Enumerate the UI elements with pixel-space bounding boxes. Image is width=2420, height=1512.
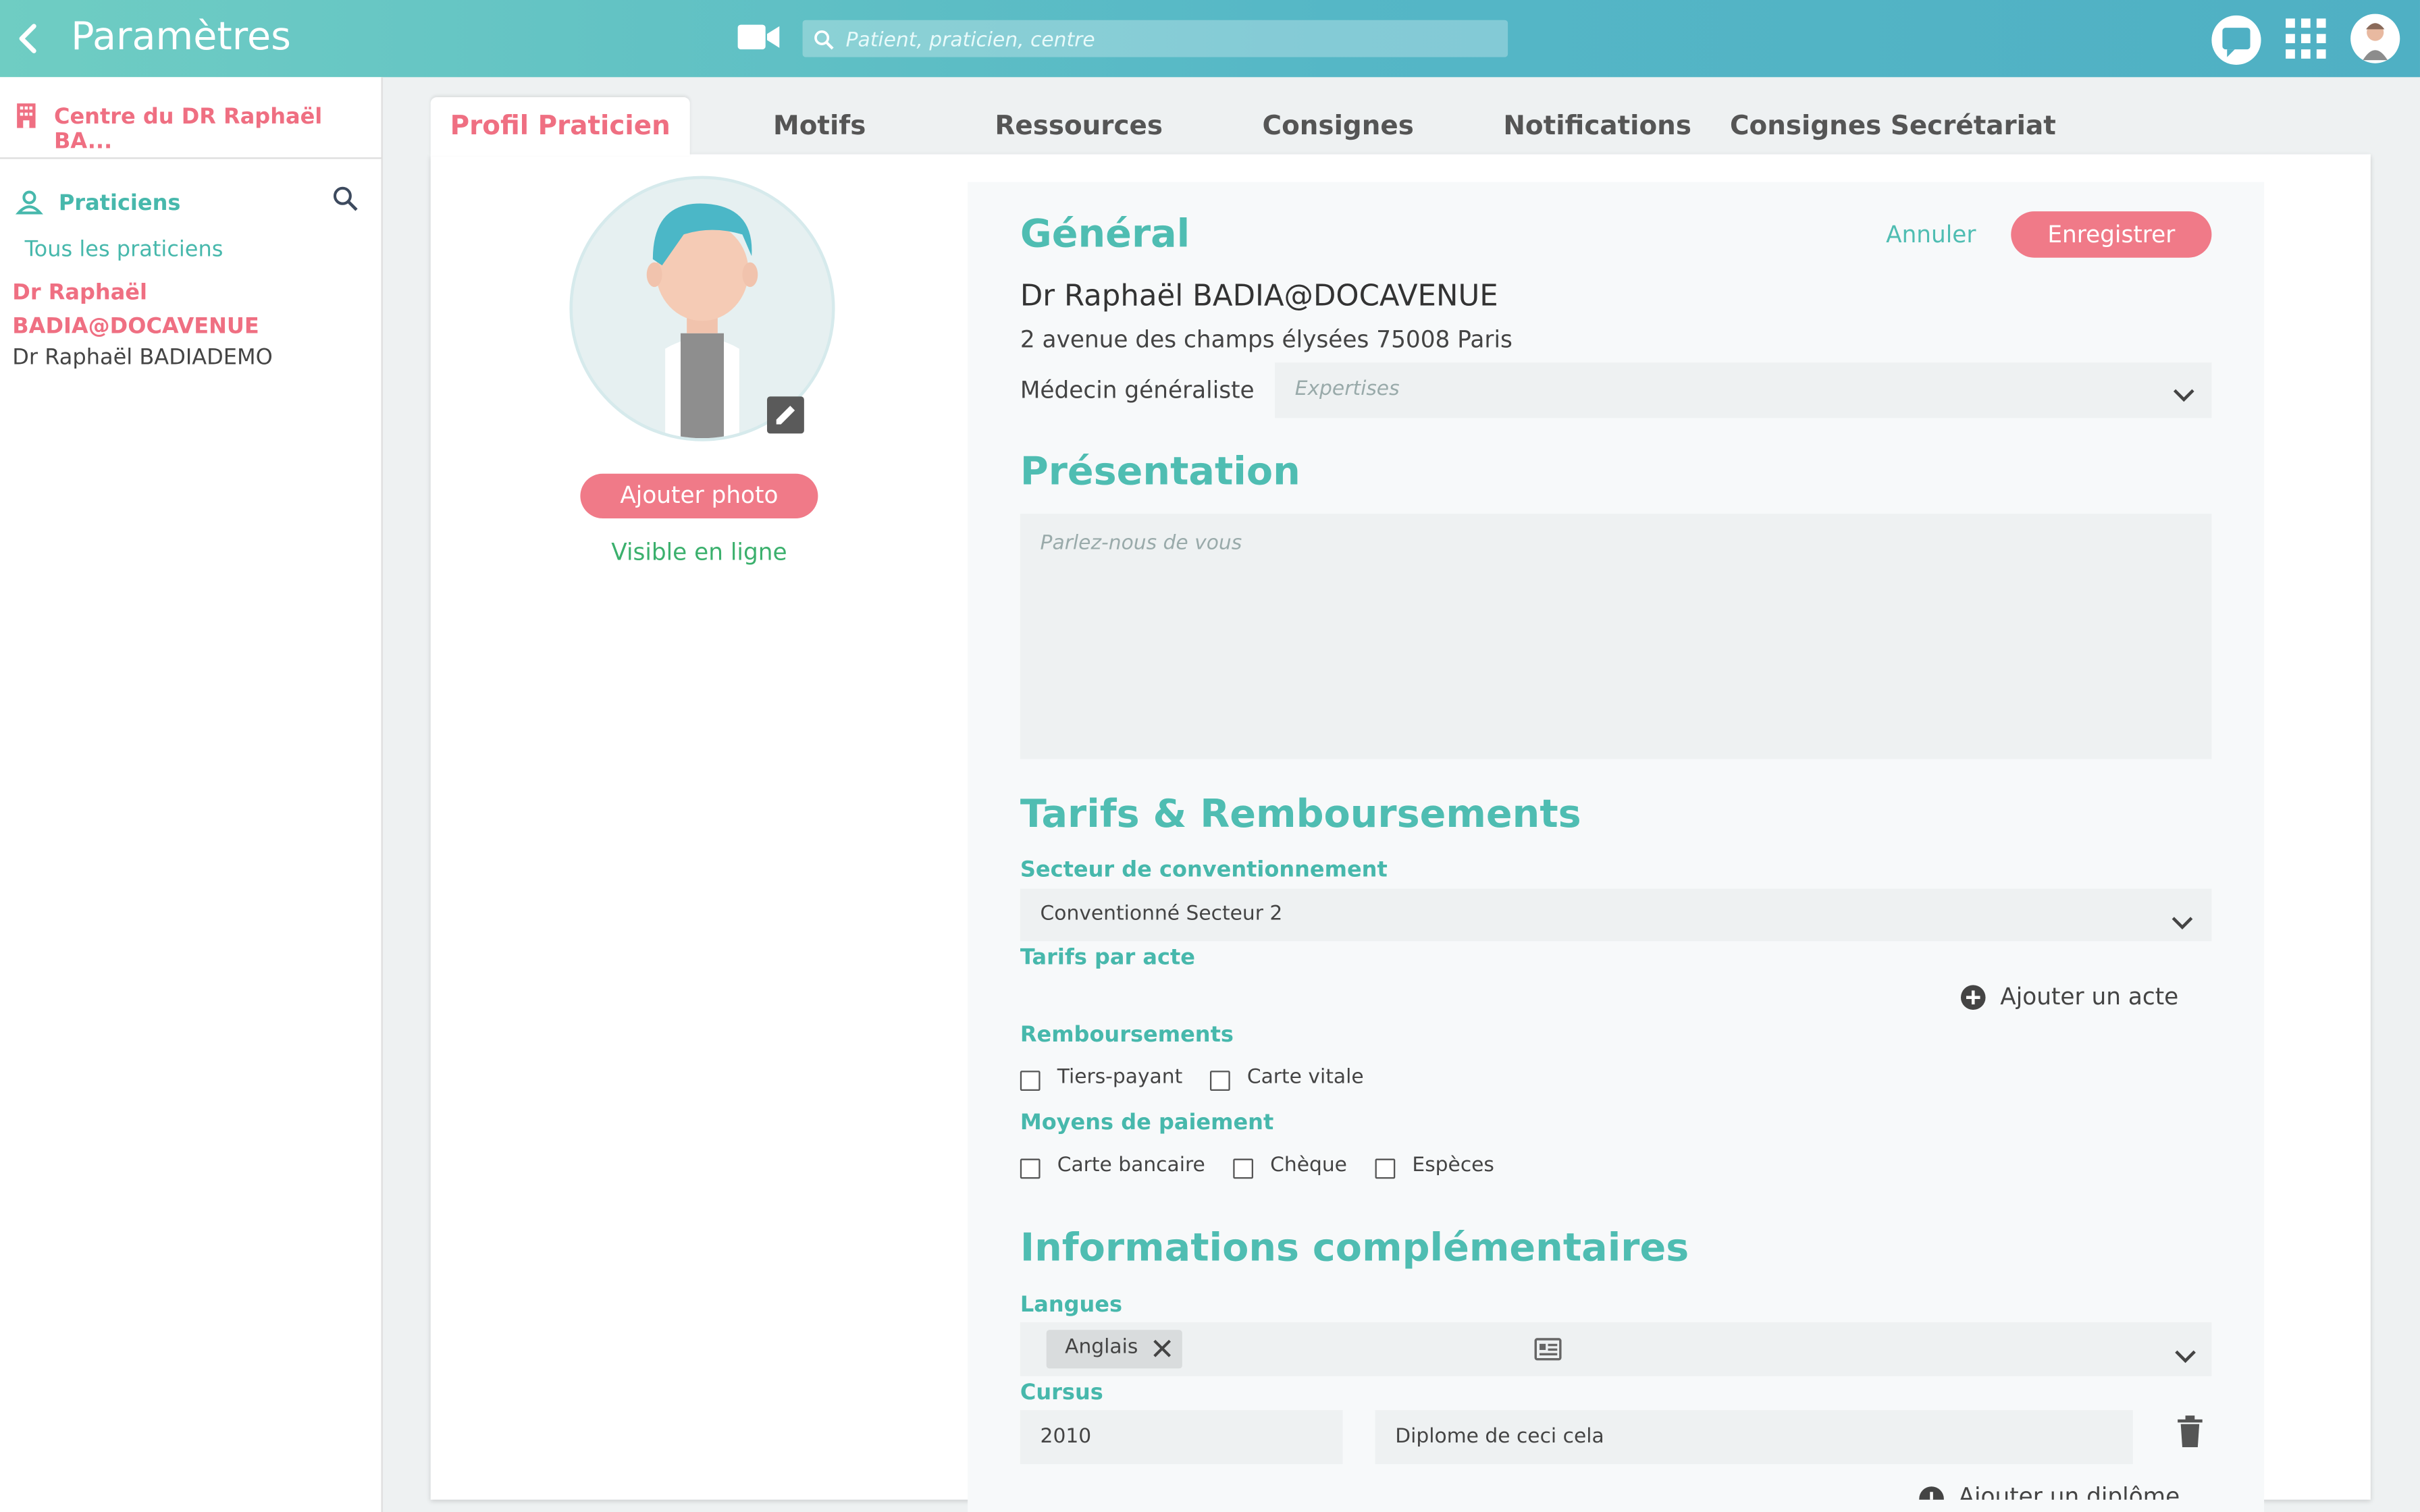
cursus-diploma-input[interactable]: Diplome de ceci cela [1375, 1410, 2133, 1465]
save-button[interactable]: Enregistrer [2011, 211, 2212, 258]
sector-value: Conventionné Secteur 2 [1040, 902, 1283, 926]
tab-profil-praticien[interactable]: Profil Praticien [430, 97, 690, 156]
practitioners-heading: Praticiens [58, 191, 181, 216]
specialty-label: Médecin généraliste [1020, 376, 1255, 404]
presentation-placeholder: Parlez-nous de vous [1040, 532, 1242, 556]
cheque-label: Chèque [1270, 1154, 1347, 1177]
person-icon [15, 188, 43, 222]
tab-consignes-secretariat[interactable]: Consignes Secrétariat [1727, 97, 2059, 156]
video-camera-icon[interactable] [737, 22, 781, 59]
id-card-icon [1534, 1338, 1562, 1367]
trash-icon[interactable] [2176, 1415, 2204, 1455]
cursus-label: Cursus [1020, 1380, 1103, 1406]
expertise-select[interactable]: Expertises [1274, 362, 2212, 418]
building-icon [16, 103, 37, 134]
cancel-button[interactable]: Annuler [1886, 221, 1976, 248]
plus-circle-icon [1960, 984, 1987, 1017]
add-diploma-button[interactable]: Ajouter un diplôme [1918, 1483, 2181, 1500]
divider [0, 157, 382, 159]
chevron-down-icon [2175, 1341, 2197, 1370]
sidebar: Centre du DR Raphaël BA... Praticiens To… [0, 77, 383, 1512]
reimbursement-label: Remboursements [1020, 1023, 1234, 1048]
section-title-presentation: Présentation [1020, 449, 1300, 494]
edit-photo-icon[interactable] [766, 396, 804, 434]
search-icon[interactable] [332, 185, 359, 219]
languages-select[interactable] [1020, 1322, 2212, 1376]
center-name: Centre du DR Raphaël BA... [53, 105, 323, 155]
tab-ressources[interactable]: Ressources [949, 97, 1209, 156]
carte-vitale-label: Carte vitale [1246, 1066, 1364, 1089]
visible-online-status: Visible en ligne [611, 538, 787, 566]
language-chip-label: Anglais [1065, 1336, 1138, 1359]
search-bar[interactable] [802, 20, 1508, 61]
practitioner-name: Dr Raphaël BADIA@DOCAVENUE [1020, 279, 1498, 313]
sector-select[interactable]: Conventionné Secteur 2 [1020, 888, 2212, 942]
tiers-payant-checkbox[interactable] [1020, 1071, 1041, 1091]
language-chip: Anglais [1046, 1330, 1182, 1369]
sidebar-item-badiademo[interactable]: Dr Raphaël BADIADEMO [12, 346, 273, 371]
center-selector[interactable]: Centre du DR Raphaël BA... [12, 102, 375, 155]
section-title-general: Général [1020, 211, 1190, 256]
add-diploma-label: Ajouter un diplôme [1958, 1482, 2180, 1500]
chevron-down-icon [2172, 907, 2193, 936]
presentation-textarea[interactable]: Parlez-nous de vous [1020, 514, 2212, 759]
tab-notifications[interactable]: Notifications [1468, 97, 1727, 156]
top-bar: Paramètres [0, 0, 2420, 78]
all-practitioners-link[interactable]: Tous les praticiens [25, 238, 223, 263]
expertise-placeholder: Expertises [1294, 377, 1400, 402]
add-photo-button[interactable]: Ajouter photo [580, 473, 818, 518]
acts-label: Tarifs par acte [1020, 946, 1195, 971]
payment-label: Moyens de paiement [1020, 1110, 1274, 1136]
search-input[interactable] [842, 20, 1498, 61]
apps-grid-icon[interactable] [2284, 17, 2327, 66]
back-arrow-icon[interactable] [12, 18, 46, 58]
user-avatar-icon[interactable] [2349, 12, 2402, 71]
carte-bancaire-checkbox[interactable] [1020, 1158, 1041, 1179]
carte-vitale-checkbox[interactable] [1209, 1071, 1230, 1091]
cursus-year-input[interactable]: 2010 [1020, 1410, 1343, 1465]
plus-circle-icon [1918, 1486, 1945, 1500]
practitioners-section: Praticiens [15, 188, 324, 222]
sidebar-item-badia-docavenue[interactable]: Dr Raphaël BADIA@DOCAVENUE [12, 276, 352, 344]
languages-label: Langues [1020, 1293, 1123, 1318]
add-act-label: Ajouter un acte [2000, 982, 2179, 1011]
cheque-checkbox[interactable] [1233, 1158, 1253, 1179]
chat-icon[interactable] [2210, 14, 2263, 73]
search-icon [814, 28, 835, 57]
especes-checkbox[interactable] [1375, 1158, 1396, 1179]
sector-label: Secteur de conventionnement [1020, 857, 1388, 883]
cursus-diploma-value: Diplome de ceci cela [1395, 1425, 1604, 1449]
close-icon[interactable] [1151, 1334, 1173, 1368]
chevron-down-icon [2173, 379, 2194, 408]
practitioner-address: 2 avenue des champs élysées 75008 Paris [1020, 325, 1512, 354]
cursus-year-value: 2010 [1040, 1425, 1092, 1449]
tab-bar: Profil Praticien Motifs Ressources Consi… [430, 97, 2371, 156]
page-title: Paramètres [71, 14, 291, 59]
add-act-button[interactable]: Ajouter un acte [1960, 983, 2207, 1014]
tab-motifs[interactable]: Motifs [690, 97, 949, 156]
section-title-info: Informations complémentaires [1020, 1224, 1689, 1270]
section-title-tarifs: Tarifs & Remboursements [1020, 791, 1581, 836]
especes-label: Espèces [1412, 1154, 1494, 1177]
carte-bancaire-label: Carte bancaire [1057, 1154, 1205, 1177]
tiers-payant-label: Tiers-payant [1057, 1066, 1183, 1089]
tab-consignes[interactable]: Consignes [1209, 97, 1468, 156]
